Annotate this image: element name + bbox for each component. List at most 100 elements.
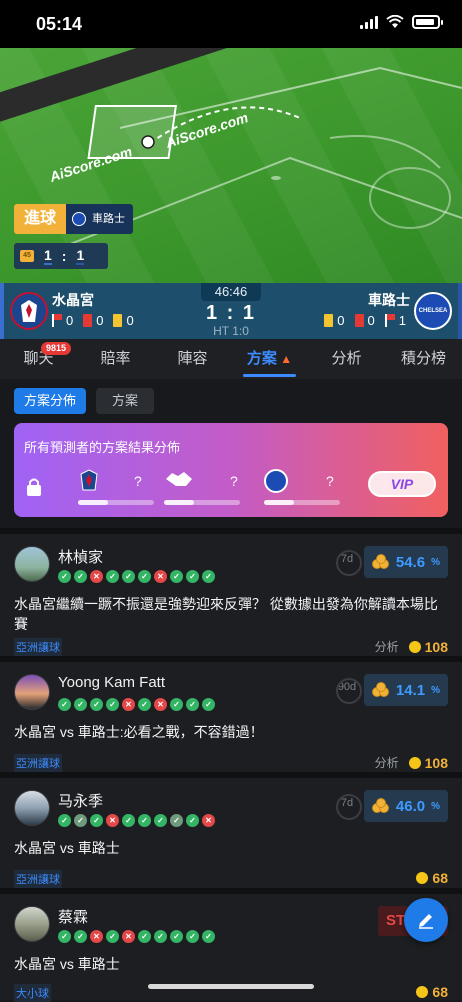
draw-value: ? — [230, 473, 238, 489]
hit-rate-unit: % — [431, 556, 440, 568]
win-icon: ✓ — [74, 698, 87, 711]
loss-icon: ✕ — [106, 814, 119, 827]
home-indicator[interactable] — [148, 984, 314, 989]
compose-button[interactable] — [404, 898, 448, 942]
user-name[interactable]: 林楨家 — [58, 546, 103, 567]
win-icon: ✓ — [74, 570, 87, 583]
subtab-tips[interactable]: 方案 — [96, 388, 155, 414]
away-corners: 1 — [398, 313, 406, 328]
tab-analysis-label: 分析 — [331, 350, 362, 367]
win-icon: ✓ — [186, 570, 199, 583]
corner-flag-icon — [384, 314, 395, 327]
meta-label: 分析 — [374, 640, 399, 654]
match-clock: 46:46 — [201, 283, 261, 301]
chelsea-crest[interactable]: CHELSEA — [414, 292, 452, 330]
signal-icon — [360, 15, 378, 29]
user-name[interactable]: Yoong Kam Fatt — [58, 674, 165, 691]
win-icon: ✓ — [170, 698, 183, 711]
coins-icon — [371, 798, 390, 814]
tab-tips[interactable]: 方案 ▲ — [231, 339, 308, 379]
win-icon: ✓ — [154, 930, 167, 943]
win-icon: ✓ — [138, 814, 151, 827]
win-icon: ✓ — [106, 570, 119, 583]
mini-score: 45 1 : 1 — [14, 243, 108, 269]
chelsea-crest-icon — [264, 469, 288, 493]
loss-icon: ✕ — [202, 814, 215, 827]
user-name[interactable]: 马永季 — [58, 790, 103, 811]
market-tag: 亞洲讓球 — [14, 754, 62, 772]
away-win-bar — [264, 500, 340, 505]
tip-distribution-card[interactable]: 所有預測者的方案結果分佈 ? ? ? VIP — [14, 423, 448, 517]
mini-score-away: 1 — [76, 247, 85, 265]
match-animation[interactable]: AiScore.com AiScore.com 進球 車路士 45 1 : 1 — [0, 48, 462, 283]
hit-rate: 46.0% — [363, 790, 448, 822]
win-icon: ✓ — [186, 698, 199, 711]
tab-standings-label: 積分榜 — [400, 350, 446, 367]
tab-chat[interactable]: 聊天 9815 — [0, 339, 77, 379]
mini-score-sep: : — [61, 248, 67, 264]
meta-label: 分析 — [374, 756, 399, 770]
price-meta: 分析 108 — [375, 754, 448, 771]
avatar[interactable] — [14, 546, 50, 582]
tip-title[interactable]: 水晶宮 vs 車路士 — [14, 954, 120, 974]
tab-analysis[interactable]: 分析 — [308, 339, 385, 379]
avatar[interactable] — [14, 906, 50, 942]
coins-icon — [371, 682, 390, 698]
home-win-value: ? — [134, 473, 142, 489]
match-tabs: 聊天 9815 賠率 陣容 方案 ▲ 分析 積分榜 — [0, 339, 462, 379]
list-item[interactable]: 马永季 ✓ ✓ ✓ ✕ ✓ ✓ ✓ ✓ ✓ ✕ 7d 46.0% 水晶宮 vs 車路士 亞洲讓球 … — [0, 772, 462, 888]
coin-icon — [408, 640, 421, 653]
price-value: 108 — [424, 754, 448, 771]
win-icon: ✓ — [202, 930, 215, 943]
tip-title[interactable]: 水晶宮繼續一蹶不振還是強勢迎來反彈？ 從數據出發為你解讀本場比賽 — [14, 594, 444, 634]
coins-icon — [371, 554, 390, 570]
hit-rate: 14.1% — [363, 674, 448, 706]
win-icon: ✓ — [170, 570, 183, 583]
battery-icon — [412, 15, 443, 29]
win-icon: ✓ — [58, 930, 71, 943]
price-meta: 68 — [416, 984, 448, 1000]
goal-team-name: 車路士 — [92, 213, 126, 225]
loss-icon: ✕ — [154, 570, 167, 583]
user-name[interactable]: 蔡霖 — [58, 906, 88, 927]
tip-title[interactable]: 水晶宮 vs 車路士:必看之戰，不容錯過！ — [14, 722, 264, 742]
win-icon: ✓ — [138, 698, 151, 711]
red-card-icon — [354, 314, 364, 327]
status-time: 05:14 — [36, 14, 83, 34]
hit-rate: 54.6% — [363, 546, 448, 578]
subtab-distribution[interactable]: 方案分佈 — [14, 388, 87, 414]
avatar[interactable] — [14, 674, 50, 710]
chelsea-crest-icon — [72, 212, 87, 226]
win-icon: ✓ — [74, 930, 87, 943]
hit-rate-value: 54.6 — [395, 553, 426, 571]
period-badge: 7d — [332, 792, 362, 820]
tab-odds[interactable]: 賠率 — [77, 339, 154, 379]
chat-count-badge: 9815 — [40, 342, 71, 355]
win-icon: ✓ — [138, 930, 151, 943]
tip-title[interactable]: 水晶宮 vs 車路士 — [14, 838, 120, 858]
list-item[interactable]: 林楨家 ✓ ✓ ✕ ✓ ✓ ✓ ✕ ✓ ✓ ✓ 7d 54.6% 水晶宮繼續一蹶不振還是強勢迎來反… — [0, 528, 462, 656]
win-icon: ✓ — [186, 930, 199, 943]
loss-icon: ✕ — [154, 698, 167, 711]
loss-icon: ✕ — [90, 570, 103, 583]
crystal-palace-crest-icon — [80, 469, 98, 491]
tab-standings[interactable]: 積分榜 — [385, 339, 462, 379]
recent-results: ✓ ✓ ✓ ✓ ✕ ✓ ✕ ✓ ✓ ✓ — [58, 698, 215, 711]
tab-odds-label: 賠率 — [100, 350, 131, 367]
market-tag: 大小球 — [14, 984, 51, 1002]
win-icon: ✓ — [170, 930, 183, 943]
win-icon: ✓ — [154, 814, 167, 827]
market-tag: 亞洲讓球 — [14, 870, 62, 888]
lock-icon — [27, 478, 41, 496]
price-value: 108 — [424, 638, 448, 655]
draw-share: ? — [154, 469, 240, 505]
tips-list: 林楨家 ✓ ✓ ✕ ✓ ✓ ✓ ✕ ✓ ✓ ✓ 7d 54.6% 水晶宮繼續一蹶不振還是強勢迎來反… — [0, 528, 462, 1002]
vip-button[interactable]: VIP — [368, 471, 436, 497]
away-win-share: ? — [250, 469, 340, 505]
avatar[interactable] — [14, 790, 50, 826]
win-icon: ✓ — [58, 698, 71, 711]
tab-lineup[interactable]: 陣容 — [154, 339, 231, 379]
list-item[interactable]: Yoong Kam Fatt ✓ ✓ ✓ ✓ ✕ ✓ ✕ ✓ ✓ ✓ 90d 14.1% 水晶宮 … — [0, 656, 462, 772]
mini-minute: 45 — [20, 250, 34, 262]
win-icon: ✓ — [122, 570, 135, 583]
